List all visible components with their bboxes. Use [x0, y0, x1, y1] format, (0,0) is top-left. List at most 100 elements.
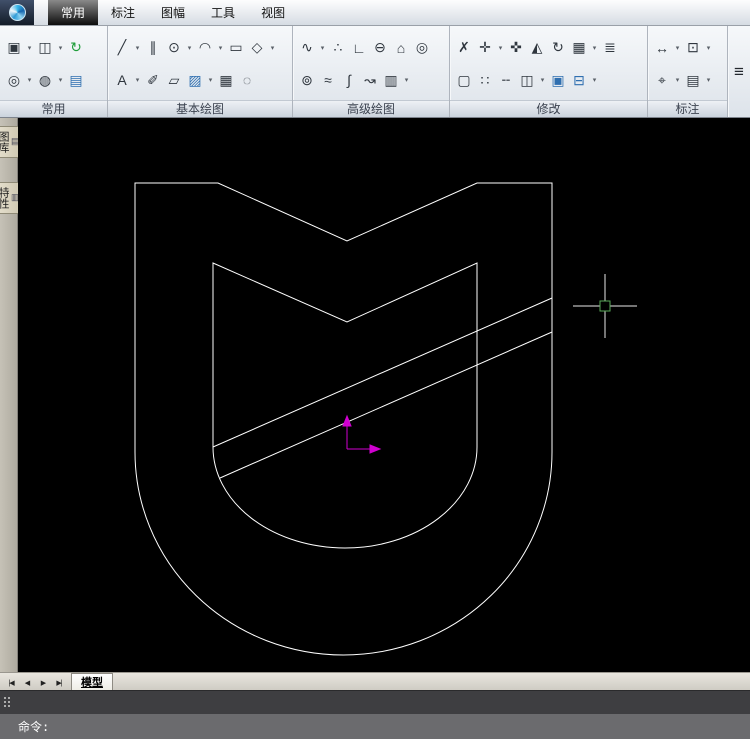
image-frame-icon[interactable]: ⊡	[683, 37, 703, 59]
side-tab-label-library: 图库	[0, 131, 10, 153]
rotate-icon[interactable]: ↻	[548, 37, 568, 59]
polygon-icon[interactable]: ◇	[247, 37, 267, 59]
arc-icon[interactable]: ◠	[195, 37, 215, 59]
zoom-dropdown[interactable]: ▾	[25, 69, 34, 91]
array-dropdown[interactable]: ▾	[590, 37, 599, 59]
text-frame-dropdown[interactable]: ▾	[704, 69, 713, 91]
command-line[interactable]: 命令:	[0, 714, 750, 739]
menu-tab-tools[interactable]: 工具	[198, 0, 248, 25]
app-menu-button[interactable]	[0, 0, 34, 25]
layer-manager-icon[interactable]: ▤	[66, 69, 86, 91]
ucs-arrow-x	[369, 444, 382, 454]
paste-icon[interactable]: ▣	[4, 37, 24, 59]
move-dropdown[interactable]: ▾	[496, 37, 505, 59]
main-area: ▤ 图库 ▥ 特性	[0, 118, 750, 672]
adv-more-dropdown[interactable]: ▾	[402, 69, 411, 91]
ribbon-overflow-button[interactable]: ≡	[728, 26, 750, 117]
dim-style-icon[interactable]: ⌖	[652, 69, 672, 91]
model-tab[interactable]: 模型	[71, 673, 113, 690]
side-tab-label-properties: 特性	[0, 187, 10, 209]
layout-tab-bar: |◀ ◀ ▶ ▶| 模型	[0, 672, 750, 690]
circle-dropdown[interactable]: ▾	[185, 37, 194, 59]
paste-dropdown[interactable]: ▾	[25, 37, 34, 59]
table-icon[interactable]: ▦	[216, 69, 236, 91]
command-history[interactable]	[0, 690, 750, 714]
text-frame-icon[interactable]: ▤	[683, 69, 703, 91]
ray-icon[interactable]: ∟	[349, 37, 369, 59]
dim-style-dropdown[interactable]: ▾	[673, 69, 682, 91]
hatch-dropdown[interactable]: ▾	[206, 69, 215, 91]
copy-icon[interactable]: ◫	[35, 37, 55, 59]
text-dropdown[interactable]: ▾	[133, 69, 142, 91]
first-layout-button[interactable]: |◀	[3, 675, 19, 690]
polygon-dropdown[interactable]: ▾	[268, 37, 277, 59]
circle-icon[interactable]: ⊙	[164, 37, 184, 59]
copy-object-icon[interactable]: ◫	[517, 69, 537, 91]
image-frame-dropdown[interactable]: ▾	[704, 37, 713, 59]
line-dropdown[interactable]: ▾	[133, 37, 142, 59]
linear-dim-dropdown[interactable]: ▾	[673, 37, 682, 59]
paste-object-icon[interactable]: ▣	[548, 69, 568, 91]
erase-icon[interactable]: ✗	[454, 37, 474, 59]
ellipse-icon[interactable]: ⊖	[370, 37, 390, 59]
wave-line-icon[interactable]: ≈	[318, 69, 338, 91]
wipeout-icon[interactable]: ◌	[237, 69, 257, 91]
side-panel-tabs: ▤ 图库 ▥ 特性	[0, 118, 22, 672]
copy-dropdown[interactable]: ▾	[56, 37, 65, 59]
menu-tab-common[interactable]: 常用	[48, 0, 99, 25]
drawing-canvas[interactable]	[18, 118, 750, 672]
stack-dropdown[interactable]: ▾	[590, 69, 599, 91]
polygon-tool-icon[interactable]: ⌂	[391, 37, 411, 59]
spline-icon[interactable]: ∫	[339, 69, 359, 91]
column-grid-icon[interactable]: ▥	[381, 69, 401, 91]
ribbon-group-label-modify: 修改	[450, 100, 647, 117]
outer-shield-outline	[134, 182, 553, 656]
stack-icon[interactable]: ⊟	[569, 69, 589, 91]
region-icon[interactable]: ▱	[164, 69, 184, 91]
menu-bar: 常用 标注 图幅 工具 视图	[0, 0, 750, 26]
polyline-dropdown[interactable]: ▾	[318, 37, 327, 59]
rectangle-icon[interactable]: ▭	[226, 37, 246, 59]
scale-icon[interactable]: ▢	[454, 69, 474, 91]
ribbon-group-common: ▣ ▾ ◫ ▾ ↻ ◎ ▾ ◍ ▾ ▤ 常用	[0, 26, 108, 117]
text-icon[interactable]: A	[112, 69, 132, 91]
hatch-icon[interactable]: ▨	[185, 69, 205, 91]
sync-icon[interactable]: ↻	[66, 37, 86, 59]
move-icon[interactable]: ✛	[475, 37, 495, 59]
next-layout-button[interactable]: ▶	[35, 675, 51, 690]
pickbox	[599, 300, 611, 312]
array-icon[interactable]: ▦	[569, 37, 589, 59]
arc-dropdown[interactable]: ▾	[216, 37, 225, 59]
linear-dim-icon[interactable]: ↔	[652, 37, 672, 59]
linetype-icon[interactable]: ╌	[496, 69, 516, 91]
leader-icon[interactable]: ↝	[360, 69, 380, 91]
mirror-icon[interactable]: ◭	[527, 37, 547, 59]
line-icon[interactable]: ╱	[112, 37, 132, 59]
zoom-icon[interactable]: ◎	[4, 69, 24, 91]
ribbon-group-label-adv-draw: 高级绘图	[293, 100, 449, 117]
tab-nav-buttons: |◀ ◀ ▶ ▶|	[3, 675, 67, 690]
command-window-grip-icon[interactable]	[4, 697, 6, 699]
ribbon-group-adv-draw: ∿ ▾ ∴ ∟ ⊖ ⌂ ◎ ⊚ ≈ ∫ ↝ ▥ ▾ 高级绘图	[293, 26, 450, 117]
parallel-line-icon[interactable]: ∥	[143, 37, 163, 59]
previous-layout-button[interactable]: ◀	[19, 675, 35, 690]
polyline-icon[interactable]: ∿	[297, 37, 317, 59]
break-icon[interactable]: ∷	[475, 69, 495, 91]
sketch-icon[interactable]: ✐	[143, 69, 163, 91]
app-window: 常用 标注 图幅 工具 视图 ▣ ▾ ◫ ▾ ↻ ◎ ▾ ◍ ▾ ▤ 常用 ╱ ▾ ∥ ⊙ ▾ ◠ ▾ ▭ ◇ ▾ A ▾ ✐ ▱ ▨ ▾ ▦…	[0, 0, 750, 739]
revision-cloud-icon[interactable]: ◎	[412, 37, 432, 59]
stretch-icon[interactable]: ✜	[506, 37, 526, 59]
last-layout-button[interactable]: ▶|	[51, 675, 67, 690]
offset-icon[interactable]: ≣	[600, 37, 620, 59]
point-icon[interactable]: ∴	[328, 37, 348, 59]
zoom-extents-dropdown[interactable]: ▾	[56, 69, 65, 91]
menu-tabs: 常用 标注 图幅 工具 视图	[48, 0, 298, 25]
diagonal-line-upper	[212, 297, 553, 448]
menu-tab-view[interactable]: 视图	[248, 0, 298, 25]
ribbon-group-modify: ✗ ✛ ▾ ✜ ◭ ↻ ▦ ▾ ≣ ▢ ∷ ╌ ◫ ▾ ▣ ⊟ ▾ 修改	[450, 26, 648, 117]
menu-tab-dimension[interactable]: 标注	[98, 0, 148, 25]
menu-tab-frame[interactable]: 图幅	[148, 0, 198, 25]
copy-object-dropdown[interactable]: ▾	[538, 69, 547, 91]
donut-icon[interactable]: ⊚	[297, 69, 317, 91]
zoom-extents-icon[interactable]: ◍	[35, 69, 55, 91]
